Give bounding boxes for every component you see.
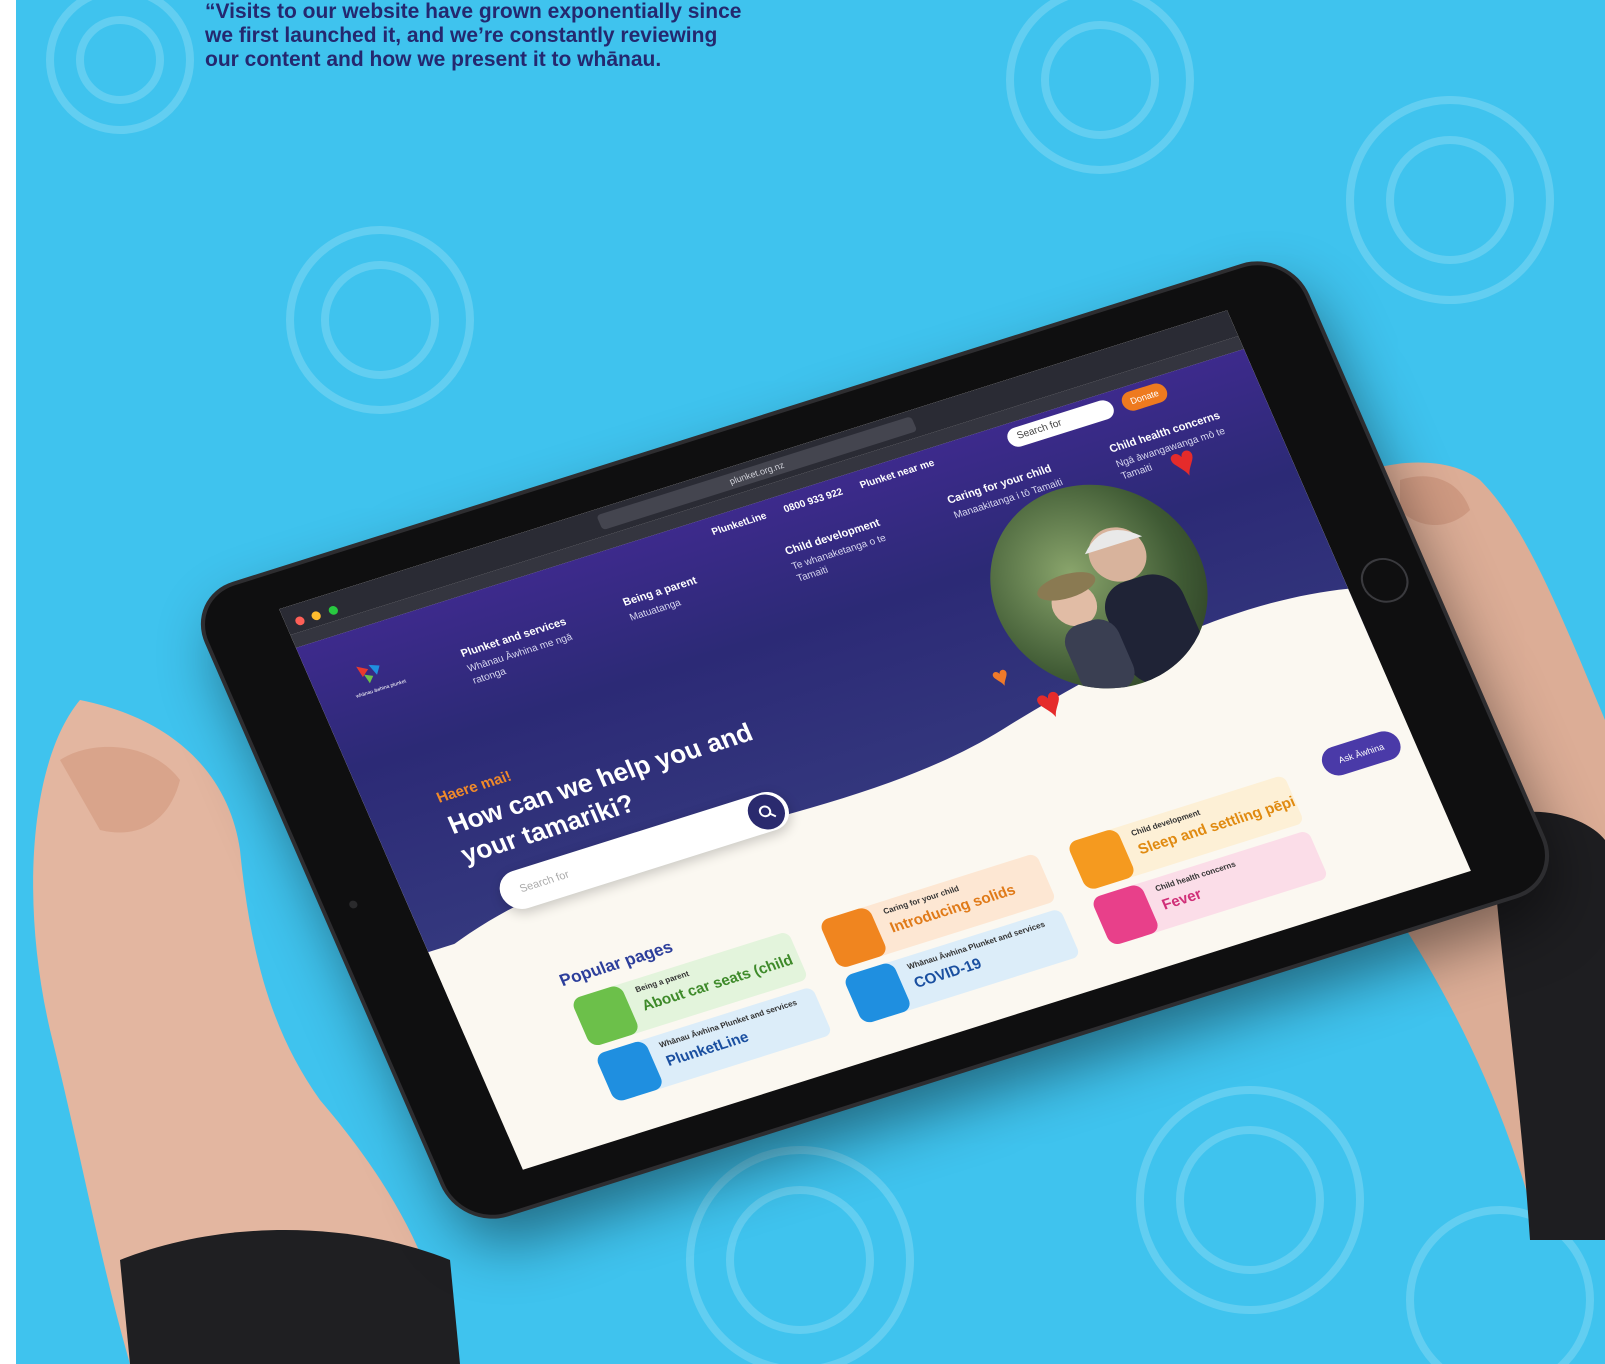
pull-quote: “Visits to our website have grown expone… — [205, 0, 805, 72]
home-button[interactable] — [1353, 552, 1416, 609]
close-dot-icon[interactable] — [293, 615, 307, 627]
maximize-dot-icon[interactable] — [327, 604, 340, 616]
plunket-icon — [842, 961, 913, 1025]
heart-health-icon — [1090, 882, 1161, 947]
plunket-icon — [594, 1039, 665, 1103]
camera — [347, 899, 359, 910]
minimize-dot-icon[interactable] — [310, 610, 323, 622]
page-edge — [0, 0, 16, 1364]
quote-line: our content and how we present it to whā… — [205, 48, 662, 71]
quote-line: “Visits to our website have grown expone… — [205, 0, 742, 23]
quote-line: we first launched it, and we’re constant… — [205, 24, 718, 47]
